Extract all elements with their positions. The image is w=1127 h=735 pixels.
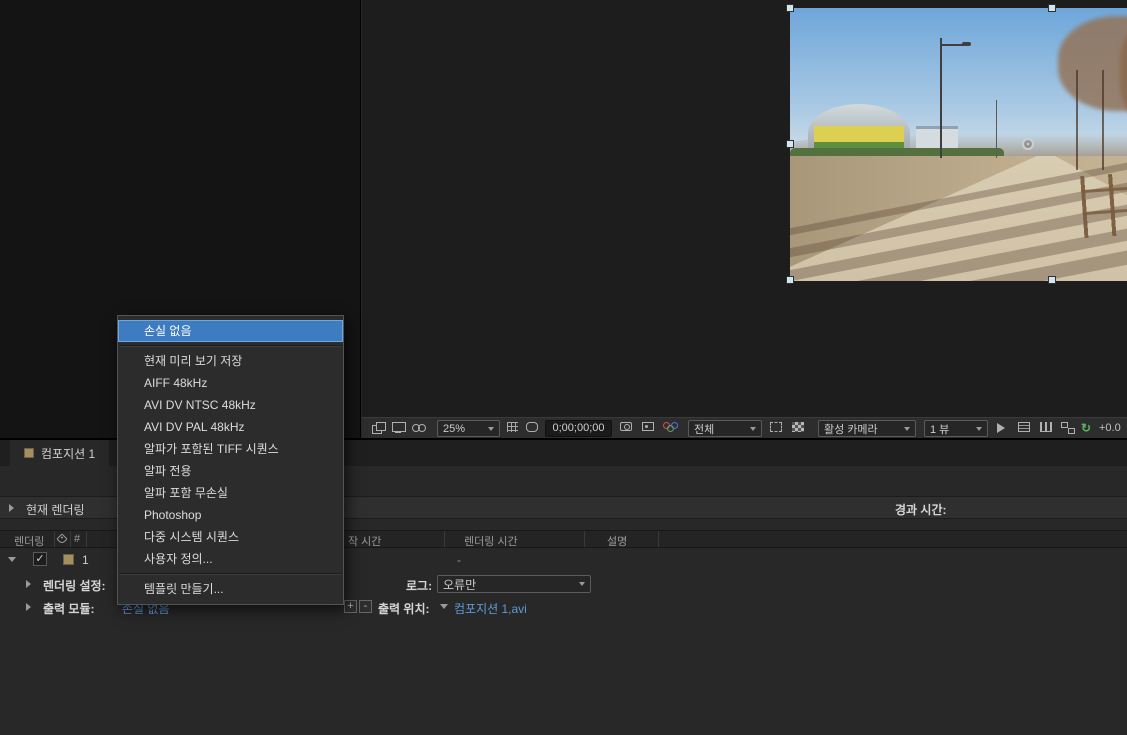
column-divider: [444, 531, 445, 547]
twirl-current-render[interactable]: [9, 504, 14, 512]
chevron-down-icon: [579, 582, 585, 586]
show-channel-icon[interactable]: [663, 422, 678, 433]
histogram-icon[interactable]: [1040, 422, 1052, 432]
menu-item-avi-dv-ntsc-48khz[interactable]: AVI DV NTSC 48kHz: [118, 394, 343, 416]
reset-exposure-icon[interactable]: ↻: [1081, 421, 1091, 435]
snapshot-icon[interactable]: [620, 422, 632, 431]
photo-tree-trunks: [1076, 70, 1127, 170]
region-of-interest-icon[interactable]: [770, 422, 782, 432]
tab-label: 컴포지션 1: [41, 446, 96, 461]
render-time-value: -: [457, 553, 461, 567]
composition-image[interactable]: [790, 8, 1127, 281]
composition-toolbar: 25% 0;00;00;00 전체 활성 카메라 1 뷰 ↻ +0.0: [362, 417, 1127, 438]
resolution-dropdown[interactable]: 전체: [688, 420, 762, 437]
chevron-down-icon: [976, 426, 982, 431]
output-to-label: 출력 위치:: [378, 602, 430, 616]
composition-icon: [24, 448, 34, 458]
resolution-value: 전체: [694, 423, 715, 436]
view-layout-value: 1 뷰: [930, 423, 950, 436]
photo-lamp-pole: [940, 38, 942, 158]
menu-item-tiff-sequence-with-alpha[interactable]: 알파가 포함된 TIFF 시퀀스: [118, 438, 343, 460]
selection-handle-bottom-center[interactable]: [1048, 276, 1056, 284]
camera-view-value: 활성 카메라: [824, 423, 878, 436]
menu-item-custom[interactable]: 사용자 정의...: [118, 548, 343, 570]
menu-item-alpha-only[interactable]: 알파 전용: [118, 460, 343, 482]
menu-item-aiff-48khz[interactable]: AIFF 48kHz: [118, 372, 343, 394]
composition-viewer: [362, 0, 1127, 417]
current-render-label: 현재 렌더링: [26, 503, 85, 517]
camera-view-dropdown[interactable]: 활성 카메라: [818, 420, 916, 437]
menu-item-avi-dv-pal-48khz[interactable]: AVI DV PAL 48kHz: [118, 416, 343, 438]
photo-ground: [790, 114, 1127, 281]
output-file-link[interactable]: 컴포지션 1,avi: [454, 600, 527, 617]
selection-handle-mid-left[interactable]: [786, 140, 794, 148]
remove-output-module-button[interactable]: -: [359, 600, 372, 613]
column-divider: [658, 531, 659, 547]
tag-icon: [56, 533, 68, 545]
column-start-time: 작 시간: [348, 536, 382, 548]
log-dropdown[interactable]: 오류만: [437, 575, 591, 593]
add-output-module-button[interactable]: +: [344, 600, 357, 613]
twirl-render-settings[interactable]: [26, 580, 31, 588]
view-layout-dropdown[interactable]: 1 뷰: [924, 420, 988, 437]
twirl-render-item[interactable]: [8, 557, 16, 562]
menu-item-lossless[interactable]: 손실 없음: [118, 320, 343, 342]
menu-separator: [119, 573, 342, 575]
transparency-grid-icon[interactable]: [792, 422, 804, 432]
anchor-point-icon[interactable]: [1022, 138, 1034, 150]
after-effects-window: 25% 0;00;00;00 전체 활성 카메라 1 뷰 ↻ +0.0 컴포지션…: [0, 0, 1127, 735]
menu-item-save-current-preview[interactable]: 현재 미리 보기 저장: [118, 350, 343, 372]
log-label: 로그:: [406, 579, 433, 593]
mask-visibility-icon[interactable]: [526, 422, 538, 432]
tab-render-queue[interactable]: 컴포지션 1: [10, 440, 110, 466]
menu-item-multi-machine-sequence[interactable]: 다중 시스템 시퀀스: [118, 526, 343, 548]
render-settings-label: 렌더링 설정:: [43, 579, 106, 593]
column-divider: [70, 531, 71, 547]
column-render-time: 렌더링 시간: [464, 536, 518, 548]
column-number: #: [74, 533, 81, 545]
timeline-icon[interactable]: [1018, 422, 1030, 432]
menu-item-lossless-with-alpha[interactable]: 알파 포함 무손실: [118, 482, 343, 504]
stereo-glasses-icon[interactable]: [412, 422, 426, 434]
composition-color-swatch: [63, 554, 74, 565]
window-layout-icon[interactable]: [372, 422, 386, 434]
photo-lamp-head: [962, 42, 971, 46]
selection-handle-top-left[interactable]: [786, 4, 794, 12]
output-module-label: 출력 모듈:: [43, 602, 95, 616]
monitor-icon[interactable]: [392, 422, 406, 434]
twirl-output-module[interactable]: [26, 603, 31, 611]
render-item-number: 1: [82, 553, 89, 567]
chevron-down-icon: [488, 426, 494, 431]
show-snapshot-icon[interactable]: [642, 422, 654, 431]
timecode-field[interactable]: 0;00;00;00: [545, 420, 612, 437]
elapsed-time-label: 경과 시간:: [895, 503, 947, 517]
column-comment: 설명: [607, 536, 628, 548]
composition-flowchart-icon[interactable]: [1061, 422, 1075, 434]
magnification-value: 25%: [443, 422, 466, 435]
column-render: 렌더링: [14, 536, 45, 548]
photo-utility-pole: [996, 100, 997, 158]
output-module-template-menu: 손실 없음 현재 미리 보기 저장 AIFF 48kHz AVI DV NTSC…: [117, 315, 344, 605]
magnification-dropdown[interactable]: 25%: [437, 420, 500, 437]
log-value: 오류만: [443, 577, 477, 592]
grid-guides-icon[interactable]: [507, 422, 518, 432]
selection-handle-top-center[interactable]: [1048, 4, 1056, 12]
exposure-value[interactable]: +0.0: [1099, 422, 1121, 434]
menu-separator: [119, 345, 342, 347]
column-divider: [584, 531, 585, 547]
menu-item-make-template[interactable]: 템플릿 만들기...: [118, 578, 343, 600]
render-checkbox[interactable]: ✓: [33, 552, 47, 566]
column-divider: [54, 531, 55, 547]
column-divider: [86, 531, 87, 547]
menu-item-photoshop[interactable]: Photoshop: [118, 504, 343, 526]
chevron-down-icon: [904, 426, 910, 431]
chevron-down-icon: [750, 426, 756, 431]
selection-handle-bottom-left[interactable]: [786, 276, 794, 284]
fast-previews-icon[interactable]: [996, 422, 1009, 434]
output-file-chevron-icon[interactable]: [440, 604, 448, 609]
